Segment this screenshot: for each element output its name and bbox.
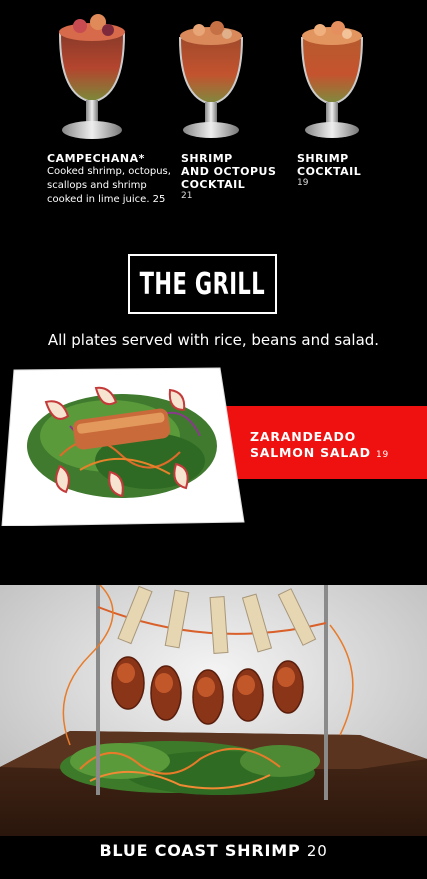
shrimp-octopus-cocktail-item: SHRIMP AND OCTOPUS COCKTAIL 21	[181, 152, 291, 201]
campechana-description: Cooked shrimp, octopus, scallops and shr…	[47, 166, 171, 205]
shrimp-octopus-title-line1: SHRIMP	[181, 152, 233, 165]
shrimp-cocktail-title-line2: COCKTAIL	[297, 165, 362, 178]
shrimp-octopus-title-line3: COCKTAIL	[181, 178, 246, 191]
blue-coast-shrimp-photo	[0, 585, 427, 836]
blue-coast-shrimp-name: BLUE COAST SHRIMP	[99, 841, 301, 860]
grill-heading-box: THE GRILL	[128, 254, 277, 314]
salmon-salad-title: ZARANDEADO SALMON SALAD 19	[250, 429, 389, 463]
salmon-price: 19	[375, 450, 390, 460]
blue-coast-shrimp-title: BLUE COAST SHRIMP 20	[0, 841, 427, 860]
grill-note: All plates served with rice, beans and s…	[47, 331, 380, 349]
campechana-title: CAMPECHANA*	[47, 152, 145, 165]
salmon-title-line1: ZARANDEADO	[250, 429, 357, 444]
shrimp-octopus-title-line2: AND OCTOPUS	[181, 165, 277, 178]
salmon-title-line2: SALMON SALAD	[250, 445, 371, 460]
blue-coast-shrimp-price: 20	[306, 842, 328, 860]
campechana-photo	[50, 6, 134, 146]
shrimp-cocktail-photo	[294, 12, 370, 146]
section-title: THE GRILL	[139, 266, 266, 302]
shrimp-octopus-price: 21	[181, 191, 193, 201]
campechana-item: CAMPECHANA* Cooked shrimp, octopus, scal…	[47, 152, 177, 207]
salmon-salad-photo	[0, 366, 245, 530]
shrimp-octopus-cocktail-photo	[172, 12, 250, 146]
shrimp-cocktail-price: 19	[297, 178, 309, 188]
shrimp-cocktail-item: SHRIMP COCKTAIL 19	[297, 152, 407, 188]
shrimp-cocktail-title-line1: SHRIMP	[297, 152, 349, 165]
